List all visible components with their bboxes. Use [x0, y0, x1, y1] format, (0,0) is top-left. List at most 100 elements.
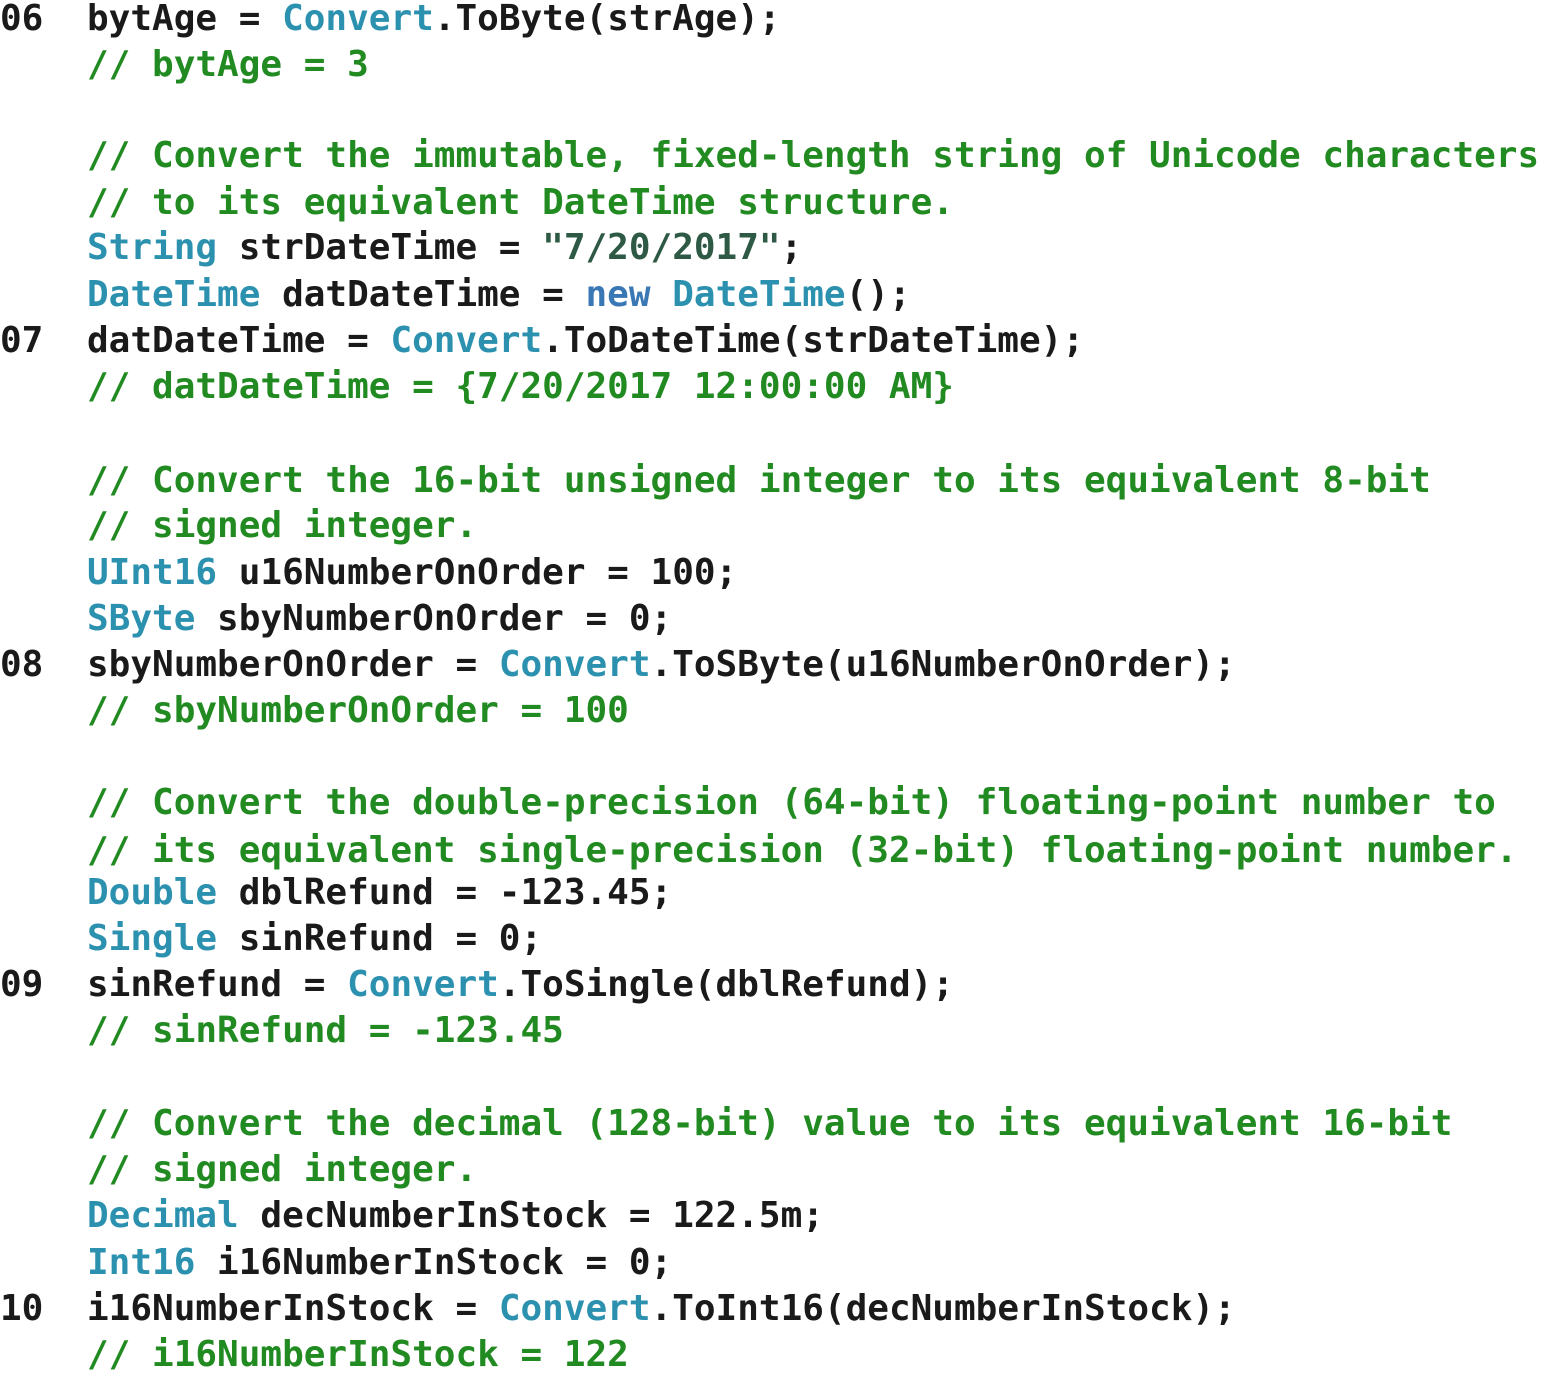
code-line: 07 datDateTime = Convert.ToDateTime(strDa…	[0, 318, 1546, 364]
code-token: i16NumberInStock =	[87, 1288, 499, 1329]
code-text: // to its equivalent DateTime structure.	[87, 180, 954, 226]
code-comment: // bytAge = 3	[87, 44, 369, 85]
code-comment: // its equivalent single-precision (32-b…	[87, 830, 1518, 871]
code-line: 06 bytAge = Convert.ToByte(strAge);	[0, 0, 1546, 42]
code-text: Int16 i16NumberInStock = 0;	[87, 1240, 672, 1286]
code-line: 09 sinRefund = Convert.ToSingle(dblRefund…	[0, 962, 1546, 1008]
code-line: Double dblRefund = -123.45;	[0, 870, 1546, 916]
code-line: // to its equivalent DateTime structure.	[0, 180, 1546, 226]
code-line: // signed integer.	[0, 503, 1546, 549]
code-line: Decimal decNumberInStock = 122.5m;	[0, 1193, 1546, 1239]
line-number: 07	[0, 320, 44, 361]
type-name: Convert	[282, 0, 434, 39]
type-name: SByte	[87, 598, 196, 639]
code-text: Single sinRefund = 0;	[87, 916, 542, 962]
code-comment: // sbyNumberOnOrder = 100	[87, 690, 629, 731]
code-line: 08 sbyNumberOnOrder = Convert.ToSByte(u16…	[0, 642, 1546, 688]
code-text: DateTime datDateTime = new DateTime();	[87, 272, 911, 318]
type-name: Double	[87, 872, 218, 913]
type-name: UInt16	[87, 552, 218, 593]
type-name: Single	[87, 918, 218, 959]
code-comment: // Convert the immutable, fixed-length s…	[87, 135, 1540, 176]
code-line: Single sinRefund = 0;	[0, 916, 1546, 962]
code-token: .ToSingle(dblRefund);	[498, 964, 954, 1005]
code-text: // Convert the decimal (128-bit) value t…	[87, 1101, 1452, 1147]
code-token: strDateTime =	[217, 227, 543, 268]
code-text: sinRefund = Convert.ToSingle(dblRefund);	[87, 962, 954, 1008]
code-line: Int16 i16NumberInStock = 0;	[0, 1240, 1546, 1286]
code-text: // datDateTime = {7/20/2017 12:00:00 AM}	[87, 364, 954, 410]
code-line: // datDateTime = {7/20/2017 12:00:00 AM}	[0, 364, 1546, 410]
code-text: Decimal decNumberInStock = 122.5m;	[87, 1193, 824, 1239]
line-number: 10	[0, 1288, 44, 1329]
code-comment: // Convert the decimal (128-bit) value t…	[87, 1103, 1453, 1144]
type-name: Decimal	[87, 1195, 239, 1236]
code-text: SByte sbyNumberOnOrder = 0;	[87, 596, 672, 642]
code-line: SByte sbyNumberOnOrder = 0;	[0, 596, 1546, 642]
type-name: Int16	[87, 1242, 196, 1283]
code-text: // sbyNumberOnOrder = 100	[87, 688, 629, 734]
code-token: ;	[780, 227, 803, 268]
line-number: 09	[0, 964, 44, 1005]
code-token: u16NumberOnOrder = 100;	[217, 552, 738, 593]
code-comment: // i16NumberInStock = 122	[87, 1334, 629, 1375]
code-line: String strDateTime = "7/20/2017";	[0, 225, 1546, 271]
code-token: .ToDateTime(strDateTime);	[542, 320, 1085, 361]
code-text: // Convert the double-precision (64-bit)…	[87, 780, 1496, 826]
type-name: Convert	[498, 1288, 651, 1329]
code-text: // its equivalent single-precision (32-b…	[87, 828, 1517, 874]
code-text: // bytAge = 3	[87, 42, 369, 88]
keyword: new	[585, 274, 651, 315]
code-text: // i16NumberInStock = 122	[87, 1332, 629, 1378]
type-name: Convert	[498, 644, 651, 685]
code-token: i16NumberInStock = 0;	[195, 1242, 673, 1283]
code-token: .ToSByte(u16NumberOnOrder);	[650, 644, 1236, 685]
type-name: String	[87, 227, 218, 268]
code-token: sinRefund =	[87, 964, 348, 1005]
code-token: datDateTime =	[87, 320, 391, 361]
code-line: UInt16 u16NumberOnOrder = 100;	[0, 550, 1546, 596]
code-text: bytAge = Convert.ToByte(strAge);	[87, 0, 781, 42]
code-line: // bytAge = 3	[0, 42, 1546, 88]
type-name: DateTime	[672, 274, 846, 315]
code-line: // signed integer.	[0, 1147, 1546, 1193]
code-text: sbyNumberOnOrder = Convert.ToSByte(u16Nu…	[87, 642, 1236, 688]
code-listing: 06 bytAge = Convert.ToByte(strAge);// byt…	[0, 0, 1546, 1375]
code-text: String strDateTime = "7/20/2017";	[87, 225, 802, 271]
code-token: datDateTime =	[260, 274, 586, 315]
code-comment: // Convert the 16-bit unsigned integer t…	[87, 460, 1431, 501]
type-name: Convert	[347, 964, 499, 1005]
code-comment: // signed integer.	[87, 1149, 478, 1190]
code-line: // Convert the 16-bit unsigned integer t…	[0, 458, 1546, 504]
code-text: datDateTime = Convert.ToDateTime(strDate…	[87, 318, 1084, 364]
code-comment: // Convert the double-precision (64-bit)…	[87, 782, 1496, 823]
code-text: // Convert the 16-bit unsigned integer t…	[87, 458, 1431, 504]
line-number: 08	[0, 644, 44, 685]
code-token: .ToByte(strAge);	[433, 0, 781, 39]
code-token: ();	[845, 274, 911, 315]
code-token: sbyNumberOnOrder =	[87, 644, 499, 685]
code-line: 10 i16NumberInStock = Convert.ToInt16(dec…	[0, 1286, 1546, 1332]
code-token: sinRefund = 0;	[217, 918, 543, 959]
code-token: .ToInt16(decNumberInStock);	[650, 1288, 1236, 1329]
type-name: DateTime	[87, 274, 261, 315]
code-text: // signed integer.	[87, 1147, 477, 1193]
code-line: // Convert the double-precision (64-bit)…	[0, 780, 1546, 826]
code-line: // Convert the decimal (128-bit) value t…	[0, 1101, 1546, 1147]
code-token: decNumberInStock = 122.5m;	[238, 1195, 824, 1236]
code-text: // Convert the immutable, fixed-length s…	[87, 133, 1539, 179]
code-comment: // signed integer.	[87, 505, 478, 546]
code-text: // signed integer.	[87, 503, 477, 549]
code-comment: // sinRefund = -123.45	[87, 1010, 564, 1051]
code-line: // its equivalent single-precision (32-b…	[0, 828, 1546, 874]
code-text: Double dblRefund = -123.45;	[87, 870, 672, 916]
code-token: bytAge =	[87, 0, 283, 39]
code-line: // Convert the immutable, fixed-length s…	[0, 133, 1546, 179]
code-text: UInt16 u16NumberOnOrder = 100;	[87, 550, 737, 596]
code-line: // sinRefund = -123.45	[0, 1008, 1546, 1054]
